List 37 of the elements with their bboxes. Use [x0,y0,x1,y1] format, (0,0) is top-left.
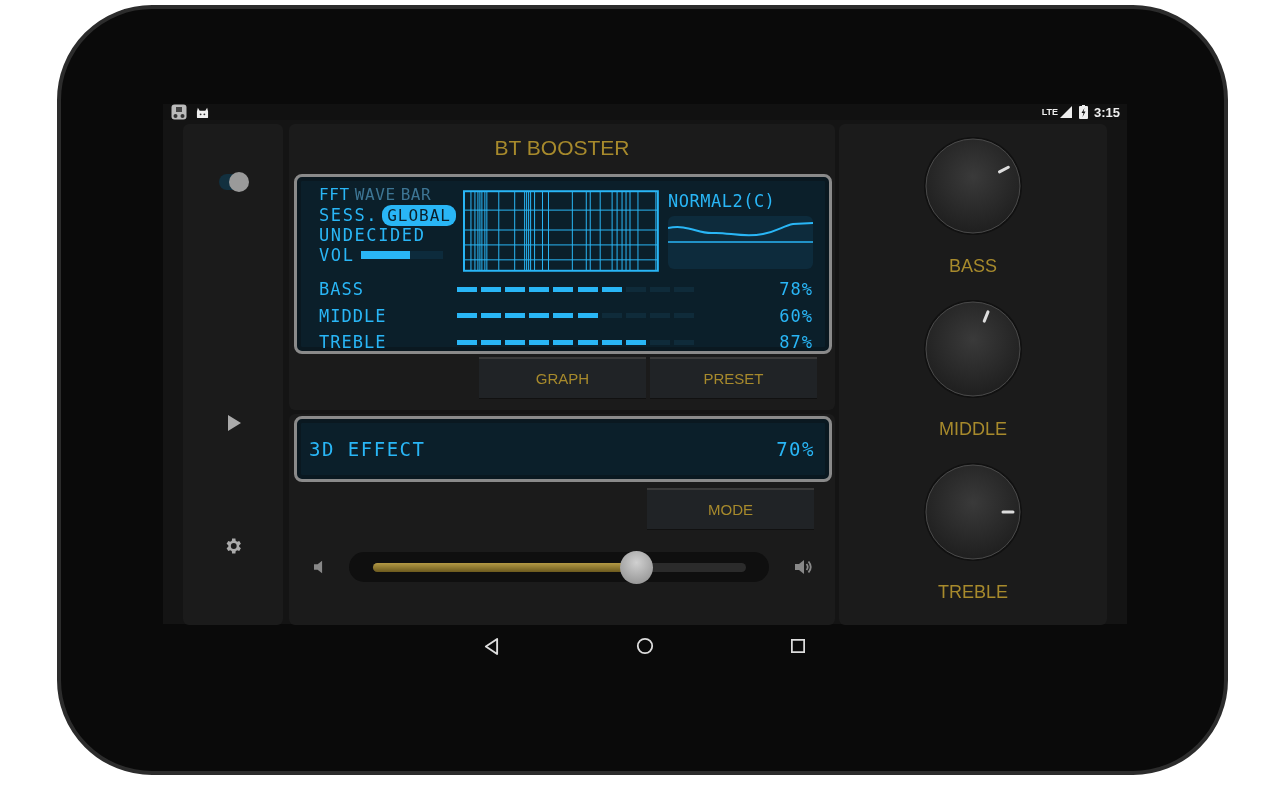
mode-button[interactable]: MODE [647,488,814,530]
knob-label: MIDDLE [939,419,1007,440]
clock: 3:15 [1093,104,1120,120]
band-name: BASS [319,279,365,300]
volume-label: VOL [319,245,355,265]
display-mode-tab[interactable]: WAVE [354,185,396,205]
effect-label: 3D EFFECT [309,438,426,460]
play-icon[interactable] [227,415,241,431]
home-icon[interactable] [635,637,654,655]
volume-high-icon [795,559,813,575]
band-reading: 60% [779,305,813,326]
knob-label: BASS [949,256,997,277]
session-value[interactable]: GLOBAL [382,204,456,226]
effect-reading: 70% [776,438,815,460]
signal-icon [1059,106,1072,118]
display-mode-tab[interactable]: FFT [319,185,350,205]
volume-low-icon [314,560,323,574]
band-reading: 87% [779,332,813,353]
knob-label: TREBLE [938,582,1008,603]
back-icon[interactable] [483,637,499,655]
recents-icon[interactable] [790,639,805,653]
volume-slider[interactable] [349,552,769,582]
slider-thumb[interactable] [619,550,653,584]
session-label: SESS. [319,205,379,225]
power-toggle[interactable] [219,174,247,190]
display-mode-tab[interactable]: BAR [400,185,432,205]
app-icon [171,104,187,120]
preset-name: NORMAL2(C) [668,191,777,211]
band-reading: 78% [779,279,813,300]
status-text: UNDECIDED [319,225,426,245]
network-label: LTE [1041,107,1058,117]
band-name: TREBLE [319,332,388,353]
display-button[interactable]: GRAPH [479,357,646,399]
effect-display[interactable]: 3D EFFECT 70% [294,416,832,482]
app-title: BT BOOSTER [494,136,630,161]
band-name: MIDDLE [319,305,388,326]
display-button[interactable]: PRESET [650,357,817,399]
